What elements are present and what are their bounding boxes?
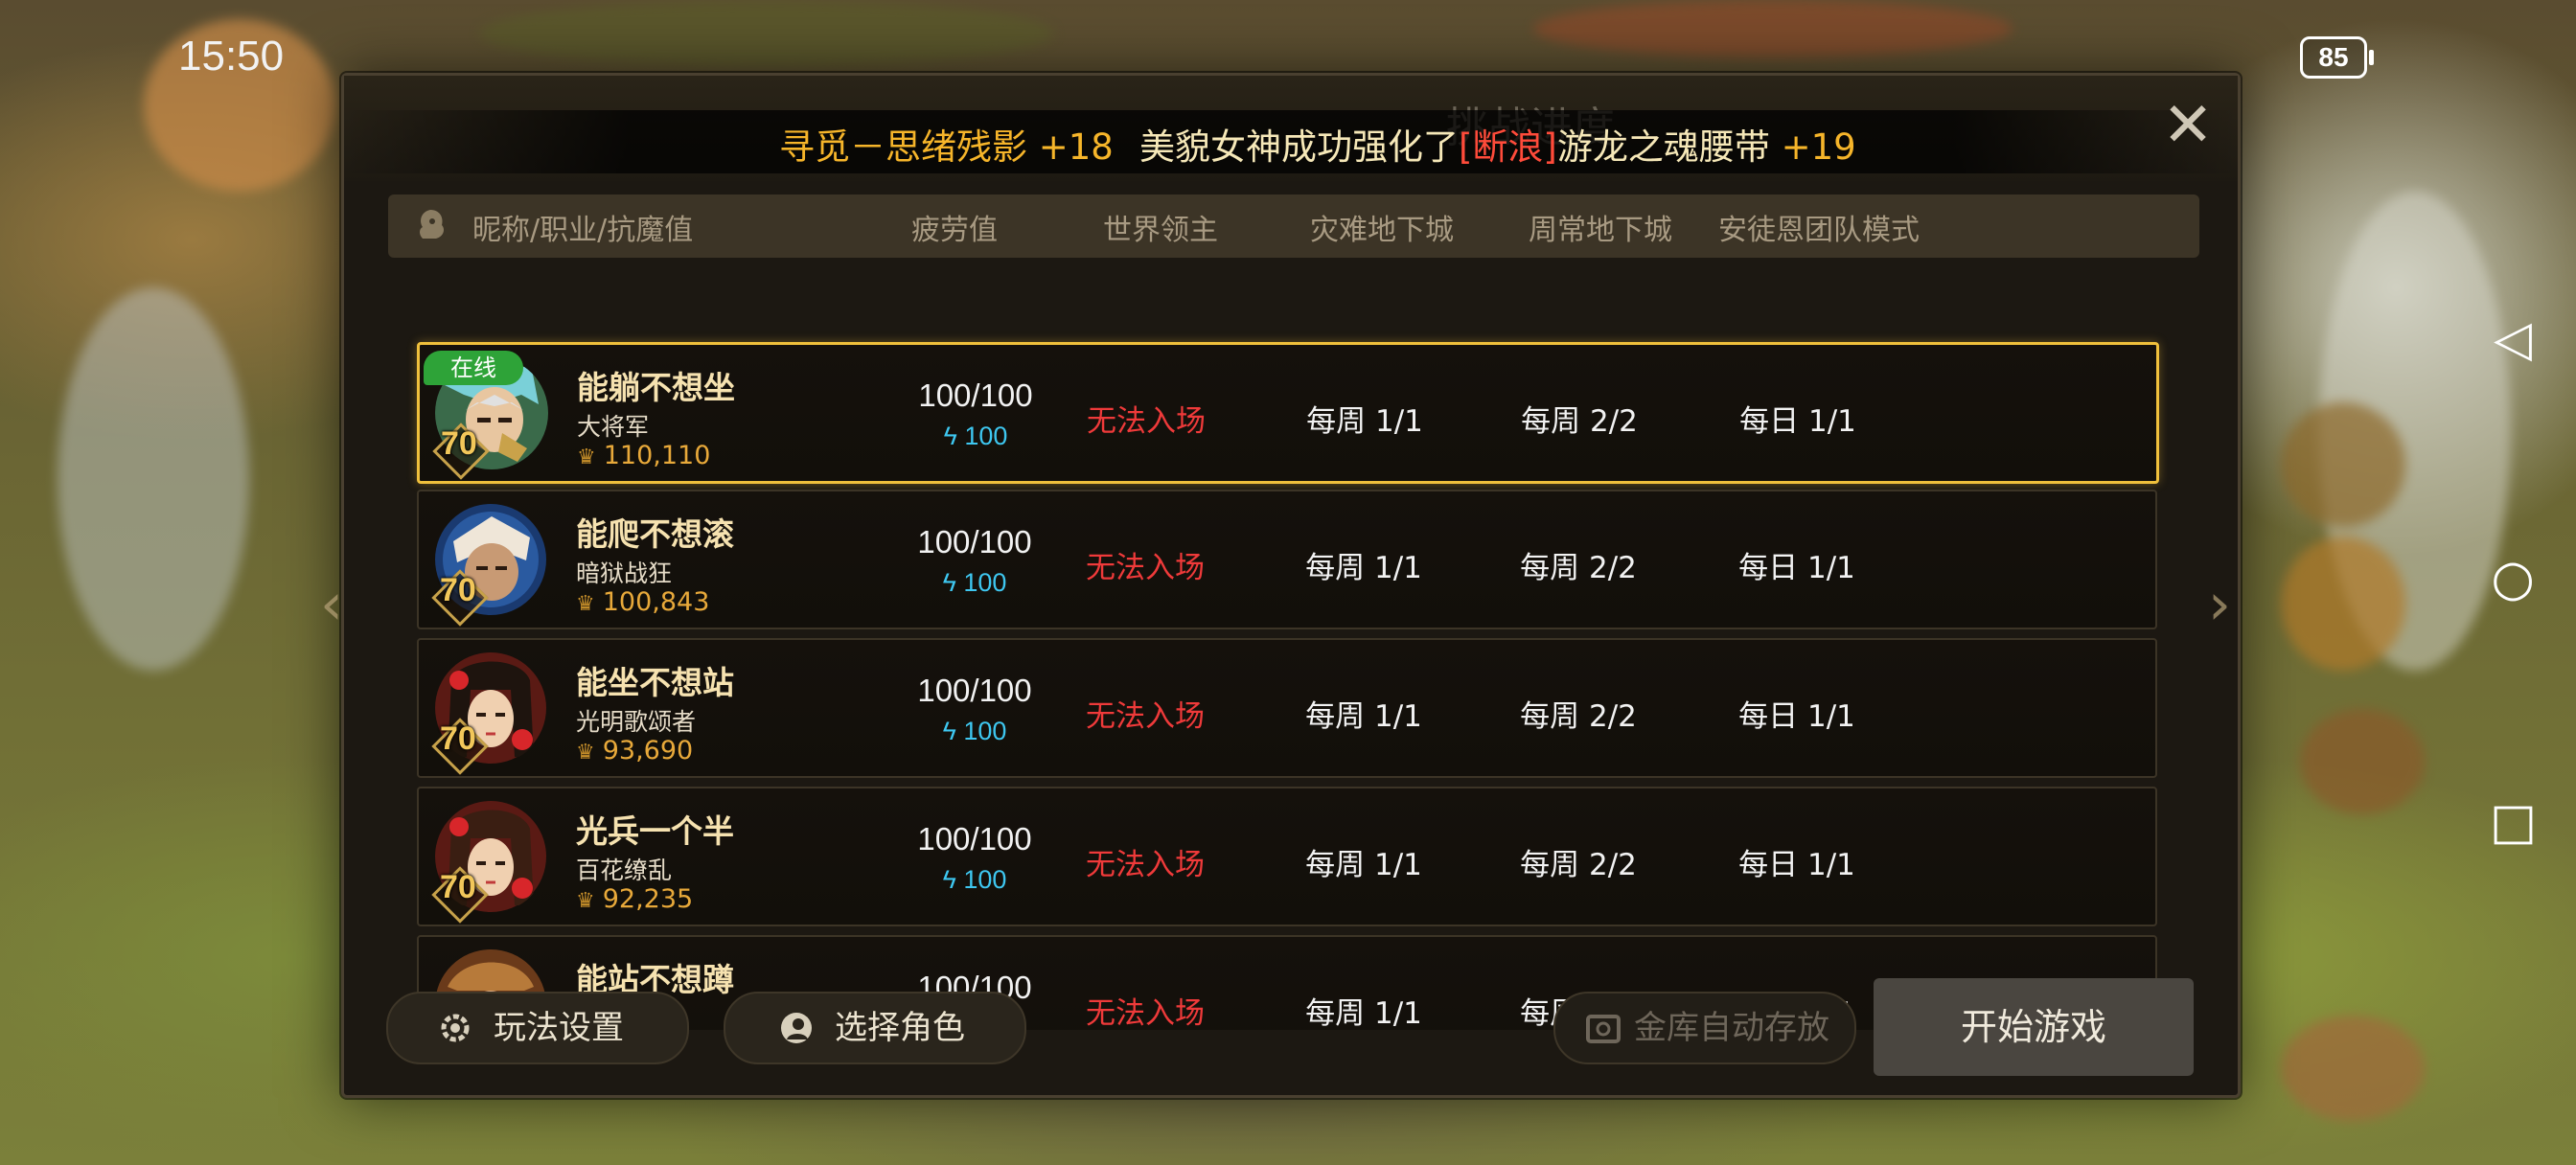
anti-magic-value: ♛ 93,690	[576, 736, 693, 765]
vault-icon	[1586, 1015, 1621, 1043]
lightning-icon: ϟ	[942, 865, 964, 894]
fatigue-value: 100/100	[917, 524, 1032, 560]
world-boss-status: 无法入场	[1087, 404, 1206, 439]
character-row[interactable]: 70 能坐不想站 光明歌颂者 ♛ 93,690 100/100 ϟ 100 无法入…	[417, 638, 2157, 778]
disaster-dungeon-count: 每周 1/1	[1305, 848, 1422, 882]
lightning-icon: ϟ	[942, 568, 964, 597]
header-world-boss: 世界领主	[1103, 214, 1218, 247]
character-class: 光明歌颂者	[576, 708, 697, 736]
world-boss-status: 无法入场	[1086, 551, 1205, 585]
fatigue-bonus-number: 100	[964, 422, 1008, 450]
anti-magic-icon: ♛	[576, 889, 595, 913]
broadcast-message: 美貌女神成功强化了[断浪]游龙之魂腰带 +19	[1139, 118, 1856, 170]
character-icon	[420, 210, 444, 239]
character-row[interactable]: 70 能爬不想滚 暗狱战狂 ♛ 100,843 100/100 ϟ 100 无法入…	[417, 490, 2157, 629]
broadcast-item-prefix: [断浪]	[1459, 126, 1557, 168]
weekly-dungeon-count: 每周 2/2	[1520, 848, 1637, 882]
header-antoine-raid: 安徒恩团队模式	[1718, 214, 1920, 247]
fatigue-bonus-number: 100	[963, 717, 1007, 745]
character-select-icon	[781, 1013, 812, 1043]
home-nav-icon[interactable]: ○	[2490, 554, 2536, 604]
recents-nav-icon[interactable]: □	[2490, 797, 2537, 847]
level-label: 70	[440, 720, 476, 757]
character-name: 能爬不想滚	[576, 515, 734, 553]
gameplay-settings-label: 玩法设置	[494, 1009, 624, 1047]
anti-magic-number: 92,235	[602, 884, 694, 914]
level-label: 70	[441, 425, 477, 462]
weekly-dungeon-count: 每周 2/2	[1520, 699, 1637, 734]
status-time: 15:50	[178, 33, 285, 80]
antoine-raid-count: 每日 1/1	[1738, 699, 1855, 734]
character-row[interactable]: 70 光兵一个半 百花缭乱 ♛ 92,235 100/100 ϟ 100 无法入场…	[417, 787, 2157, 926]
weekly-dungeon-count: 每周 2/2	[1521, 404, 1638, 439]
header-name: 昵称/职业/抗魔值	[472, 214, 694, 247]
anti-magic-icon: ♛	[576, 592, 595, 616]
world-boss-status: 无法入场	[1086, 996, 1205, 1030]
fatigue-value: 100/100	[917, 821, 1032, 857]
character-name: 能躺不想坐	[577, 369, 735, 406]
header-disaster-dungeon: 灾难地下城	[1310, 214, 1454, 247]
world-boss-status: 无法入场	[1086, 699, 1205, 734]
disaster-dungeon-count: 每周 1/1	[1305, 996, 1422, 1030]
anti-magic-value: ♛ 92,235	[576, 884, 693, 914]
character-name: 能坐不想站	[576, 664, 734, 701]
character-class: 百花缭乱	[576, 857, 673, 884]
fatigue-bonus: ϟ 100	[879, 865, 1070, 895]
broadcast-item-name: 游龙之魂腰带	[1556, 126, 1770, 168]
disaster-dungeon-count: 每周 1/1	[1305, 699, 1422, 734]
table-header: 昵称/职业/抗魔值 疲劳值 世界领主 灾难地下城 周常地下城 安徒恩团队模式	[388, 194, 2199, 258]
auto-store-label: 金库自动存放	[1634, 1009, 1829, 1047]
character-row[interactable]: 在线 70 能躺不想坐 大将军 ♛ 110,110 100/100 ϟ 100 无…	[417, 342, 2159, 484]
character-name: 光兵一个半	[576, 812, 734, 850]
online-badge: 在线	[424, 351, 523, 385]
world-boss-status: 无法入场	[1086, 848, 1205, 882]
select-character-label: 选择角色	[835, 1009, 965, 1047]
challenge-progress-dialog: 挑战进度 寻觅－思绪残影 +18 美貌女神成功强化了[断浪]游龙之魂腰带 +19…	[341, 73, 2241, 1098]
header-fatigue: 疲劳值	[911, 214, 998, 247]
antoine-raid-count: 每日 1/1	[1738, 848, 1855, 882]
disaster-dungeon-count: 每周 1/1	[1305, 551, 1422, 585]
prev-page-arrow-icon[interactable]: ‹	[320, 571, 343, 638]
disaster-dungeon-count: 每周 1/1	[1306, 404, 1423, 439]
select-character-button[interactable]: 选择角色	[724, 992, 1026, 1064]
character-class: 大将军	[577, 413, 650, 441]
level-label: 70	[440, 572, 476, 608]
fatigue-bonus-number: 100	[963, 568, 1007, 597]
fatigue-value: 100/100	[917, 673, 1032, 708]
broadcast-text: 美貌女神成功强化了	[1139, 126, 1459, 168]
fatigue-bonus: ϟ 100	[879, 568, 1070, 598]
lightning-icon: ϟ	[942, 717, 964, 745]
level-label: 70	[440, 869, 476, 905]
anti-magic-number: 110,110	[603, 441, 711, 470]
fatigue-bonus-number: 100	[963, 865, 1007, 894]
anti-magic-icon: ♛	[577, 445, 596, 469]
next-page-arrow-icon[interactable]: ›	[2208, 571, 2231, 638]
close-button[interactable]: ✕	[2161, 95, 2215, 156]
auto-store-button[interactable]: 金库自动存放	[1553, 992, 1856, 1064]
weekly-dungeon-count: 每周 2/2	[1520, 551, 1637, 585]
antoine-raid-count: 每日 1/1	[1738, 551, 1855, 585]
anti-magic-number: 100,843	[602, 587, 710, 617]
broadcast-message-left: 寻觅－思绪残影 +18	[779, 126, 1114, 168]
gameplay-settings-button[interactable]: 玩法设置	[386, 992, 689, 1064]
anti-magic-value: ♛ 100,843	[576, 587, 709, 617]
fatigue-value: 100/100	[918, 377, 1033, 413]
gear-icon	[441, 1014, 470, 1042]
character-list[interactable]: 在线 70 能躺不想坐 大将军 ♛ 110,110 100/100 ϟ 100 无…	[344, 263, 2238, 1030]
battery-indicator: 85	[2300, 36, 2374, 79]
character-class: 暗狱战狂	[576, 560, 673, 587]
back-nav-icon[interactable]: ◁	[2490, 314, 2536, 364]
anti-magic-number: 93,690	[602, 736, 694, 765]
anti-magic-value: ♛ 110,110	[577, 441, 710, 470]
start-game-button[interactable]: 开始游戏	[1874, 978, 2194, 1076]
anti-magic-icon: ♛	[576, 741, 595, 765]
lightning-icon: ϟ	[943, 422, 965, 450]
fatigue-bonus: ϟ 100	[879, 717, 1070, 746]
antoine-raid-count: 每日 1/1	[1739, 404, 1856, 439]
header-weekly-dungeon: 周常地下城	[1529, 214, 1672, 247]
broadcast-plus: +19	[1769, 126, 1856, 168]
fatigue-bonus: ϟ 100	[880, 422, 1071, 451]
